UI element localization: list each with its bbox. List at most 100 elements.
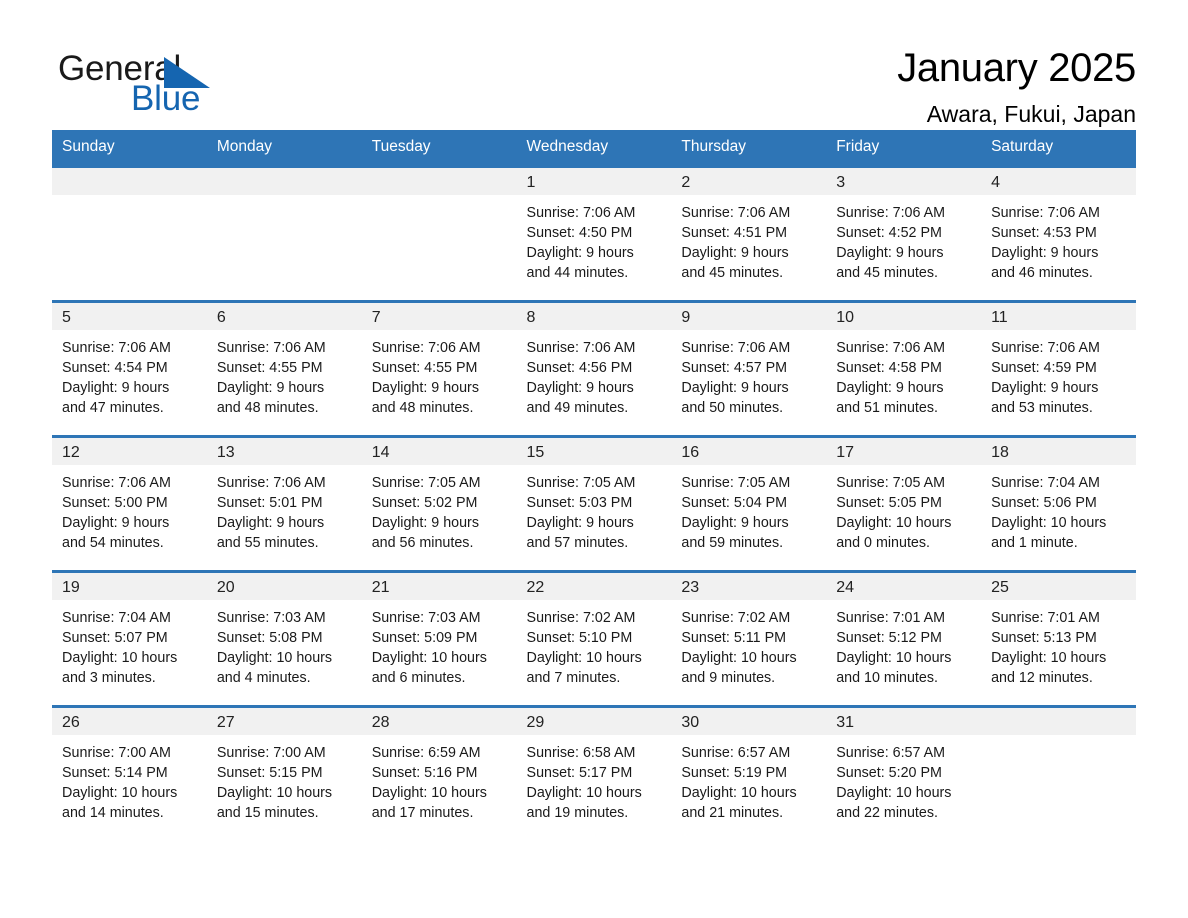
daylight-duration-line2: and 49 minutes.	[526, 400, 629, 416]
daylight-duration-line1: Daylight: 10 hours	[991, 650, 1107, 666]
calendar-day-cell[interactable]: 19 Sunrise: 7:04 AM Sunset: 5:07 PM Dayligh…	[52, 571, 207, 707]
calendar-day-cell[interactable]: 7 Sunrise: 7:06 AM Sunset: 4:55 PM Daylight…	[361, 301, 517, 437]
sunset-time: Sunset: 4:54 PM	[62, 360, 168, 376]
sunrise-time: Sunrise: 7:06 AM	[371, 340, 481, 356]
calendar-day-cell[interactable]: 27 Sunrise: 7:00 AM Sunset: 5:15 PM Dayligh…	[206, 706, 362, 842]
day-details	[207, 195, 362, 203]
calendar-day-cell[interactable]: 16 Sunrise: 7:05 AM Sunset: 5:04 PM Dayligh…	[671, 436, 827, 572]
daylight-duration-line2: and 48 minutes.	[216, 400, 319, 416]
day-number: 7	[361, 303, 517, 330]
calendar-day-cell[interactable]: 1 Sunrise: 7:06 AM Sunset: 4:50 PM Daylight…	[516, 166, 672, 302]
daylight-duration-line2: and 54 minutes.	[62, 535, 164, 551]
weekday-header-monday: Monday	[206, 130, 362, 167]
sunrise-time: Sunrise: 7:03 AM	[371, 610, 481, 626]
page-title: January 2025	[897, 46, 1136, 90]
sunrise-time: Sunrise: 7:01 AM	[991, 610, 1100, 626]
calendar-day-cell[interactable]: 31 Sunrise: 6:57 AM Sunset: 5:20 PM Dayligh…	[826, 706, 982, 842]
daylight-duration-line2: and 48 minutes.	[371, 400, 474, 416]
day-number: 31	[826, 708, 982, 735]
calendar-day-cell[interactable]: 26 Sunrise: 7:00 AM Sunset: 5:14 PM Dayligh…	[52, 706, 207, 842]
calendar-day-cell[interactable]: 9 Sunrise: 7:06 AM Sunset: 4:57 PM Daylight…	[671, 301, 827, 437]
calendar-day-cell[interactable]: 30 Sunrise: 6:57 AM Sunset: 5:19 PM Dayligh…	[671, 706, 827, 842]
calendar-day-cell[interactable]: 13 Sunrise: 7:06 AM Sunset: 5:01 PM Dayligh…	[206, 436, 362, 572]
calendar-day-cell[interactable]: 4 Sunrise: 7:06 AM Sunset: 4:53 PM Daylight…	[981, 166, 1136, 302]
page-header: General Blue January 2025 Awara, Fukui, …	[0, 0, 1188, 127]
sunset-time: Sunset: 4:57 PM	[681, 360, 788, 376]
sunrise-time: Sunrise: 6:57 AM	[681, 745, 791, 761]
calendar-day-cell[interactable]: 21 Sunrise: 7:03 AM Sunset: 5:09 PM Dayligh…	[361, 571, 517, 707]
day-details: Sunrise: 7:06 AM Sunset: 4:52 PM Daylight:…	[826, 195, 981, 283]
calendar-day-cell[interactable]: 29 Sunrise: 6:58 AM Sunset: 5:17 PM Dayligh…	[516, 706, 672, 842]
sunset-time: Sunset: 5:13 PM	[991, 630, 1097, 646]
sunrise-time: Sunrise: 7:06 AM	[216, 340, 326, 356]
day-number: 2	[671, 168, 827, 195]
sunset-time: Sunset: 5:05 PM	[836, 495, 942, 511]
weekday-header-saturday: Saturday	[981, 130, 1136, 167]
calendar-day-cell[interactable]: 15 Sunrise: 7:05 AM Sunset: 5:03 PM Dayligh…	[516, 436, 672, 572]
calendar-day-cell[interactable]: 8 Sunrise: 7:06 AM Sunset: 4:56 PM Daylight…	[516, 301, 672, 437]
calendar-day-cell[interactable]: 18 Sunrise: 7:04 AM Sunset: 5:06 PM Dayligh…	[981, 436, 1136, 572]
sunset-time: Sunset: 4:55 PM	[371, 360, 478, 376]
day-number: 16	[671, 438, 827, 465]
sunset-time: Sunset: 4:51 PM	[681, 225, 788, 241]
daylight-duration-line2: and 19 minutes.	[526, 805, 629, 821]
sunset-time: Sunset: 4:58 PM	[836, 360, 942, 376]
daylight-duration-line2: and 59 minutes.	[681, 535, 784, 551]
day-details: Sunrise: 7:06 AM Sunset: 4:57 PM Daylight:…	[671, 330, 826, 418]
day-number: 9	[671, 303, 827, 330]
calendar-day-cell[interactable]: 17 Sunrise: 7:05 AM Sunset: 5:05 PM Dayligh…	[826, 436, 982, 572]
day-number: 6	[206, 303, 362, 330]
day-details: Sunrise: 7:05 AM Sunset: 5:02 PM Daylight:…	[362, 465, 517, 553]
sunset-time: Sunset: 5:15 PM	[216, 765, 323, 781]
calendar-table: Sunday Monday Tuesday Wednesday Thursday Frid…	[52, 130, 1136, 842]
general-blue-logo[interactable]: General Blue	[56, 44, 316, 118]
day-details: Sunrise: 7:02 AM Sunset: 5:10 PM Daylight:…	[517, 600, 672, 688]
day-details: Sunrise: 6:59 AM Sunset: 5:16 PM Daylight:…	[362, 735, 517, 823]
day-details: Sunrise: 7:03 AM Sunset: 5:08 PM Daylight:…	[207, 600, 362, 688]
day-details: Sunrise: 7:06 AM Sunset: 4:53 PM Daylight:…	[981, 195, 1136, 283]
sunset-time: Sunset: 4:50 PM	[526, 225, 633, 241]
calendar-day-cell[interactable]: 14 Sunrise: 7:05 AM Sunset: 5:02 PM Dayligh…	[361, 436, 517, 572]
calendar-day-cell[interactable]: 12 Sunrise: 7:06 AM Sunset: 5:00 PM Dayligh…	[52, 436, 207, 572]
day-number: 15	[516, 438, 672, 465]
sunrise-time: Sunrise: 7:02 AM	[526, 610, 636, 626]
sunrise-time: Sunrise: 7:00 AM	[216, 745, 326, 761]
sunset-time: Sunset: 4:56 PM	[526, 360, 633, 376]
calendar-day-cell[interactable]: 28 Sunrise: 6:59 AM Sunset: 5:16 PM Dayligh…	[361, 706, 517, 842]
calendar-day-cell[interactable]: 22 Sunrise: 7:02 AM Sunset: 5:10 PM Dayligh…	[516, 571, 672, 707]
daylight-duration-line1: Daylight: 10 hours	[681, 650, 797, 666]
sunset-time: Sunset: 5:06 PM	[991, 495, 1097, 511]
daylight-duration-line1: Daylight: 10 hours	[216, 650, 333, 666]
day-number: 26	[52, 708, 207, 735]
calendar-day-cell[interactable]: 10 Sunrise: 7:06 AM Sunset: 4:58 PM Dayligh…	[826, 301, 982, 437]
calendar-day-cell[interactable]: 2 Sunrise: 7:06 AM Sunset: 4:51 PM Daylight…	[671, 166, 827, 302]
sunset-time: Sunset: 5:03 PM	[526, 495, 633, 511]
daylight-duration-line2: and 0 minutes.	[836, 535, 931, 551]
sunrise-time: Sunrise: 7:06 AM	[216, 475, 326, 491]
calendar-day-cell[interactable]: 5 Sunrise: 7:06 AM Sunset: 4:54 PM Daylight…	[52, 301, 207, 437]
day-number: 1	[516, 168, 672, 195]
day-details: Sunrise: 7:05 AM Sunset: 5:04 PM Daylight:…	[671, 465, 826, 553]
day-number: 29	[516, 708, 672, 735]
calendar-day-cell[interactable]: 25 Sunrise: 7:01 AM Sunset: 5:13 PM Dayligh…	[981, 571, 1136, 707]
day-details: Sunrise: 7:04 AM Sunset: 5:06 PM Daylight:…	[981, 465, 1136, 553]
calendar-day-cell[interactable]: 23 Sunrise: 7:02 AM Sunset: 5:11 PM Dayligh…	[671, 571, 827, 707]
day-details: Sunrise: 7:00 AM Sunset: 5:15 PM Daylight:…	[207, 735, 362, 823]
calendar-day-cell[interactable]: 6 Sunrise: 7:06 AM Sunset: 4:55 PM Daylight…	[206, 301, 362, 437]
calendar-day-cell[interactable]: 24 Sunrise: 7:01 AM Sunset: 5:12 PM Dayligh…	[826, 571, 982, 707]
daylight-duration-line2: and 10 minutes.	[836, 670, 938, 686]
sunrise-time: Sunrise: 7:02 AM	[681, 610, 791, 626]
sunrise-time: Sunrise: 7:06 AM	[62, 340, 171, 356]
daylight-duration-line1: Daylight: 10 hours	[836, 650, 952, 666]
sunrise-time: Sunrise: 7:05 AM	[681, 475, 791, 491]
calendar-day-cell[interactable]: 11 Sunrise: 7:06 AM Sunset: 4:59 PM Dayligh…	[981, 301, 1136, 437]
daylight-duration-line2: and 17 minutes.	[371, 805, 474, 821]
calendar-day-cell[interactable]: 3 Sunrise: 7:06 AM Sunset: 4:52 PM Daylight…	[826, 166, 982, 302]
calendar-day-cell-empty	[981, 706, 1136, 842]
calendar-day-cell[interactable]: 20 Sunrise: 7:03 AM Sunset: 5:08 PM Dayligh…	[206, 571, 362, 707]
daylight-duration-line2: and 50 minutes.	[681, 400, 784, 416]
daylight-duration-line1: Daylight: 10 hours	[526, 650, 642, 666]
calendar-week-row: 1 Sunrise: 7:06 AM Sunset: 4:50 PM Daylight…	[52, 166, 1136, 302]
daylight-duration-line2: and 9 minutes.	[681, 670, 776, 686]
day-details: Sunrise: 7:06 AM Sunset: 4:50 PM Daylight:…	[517, 195, 672, 283]
